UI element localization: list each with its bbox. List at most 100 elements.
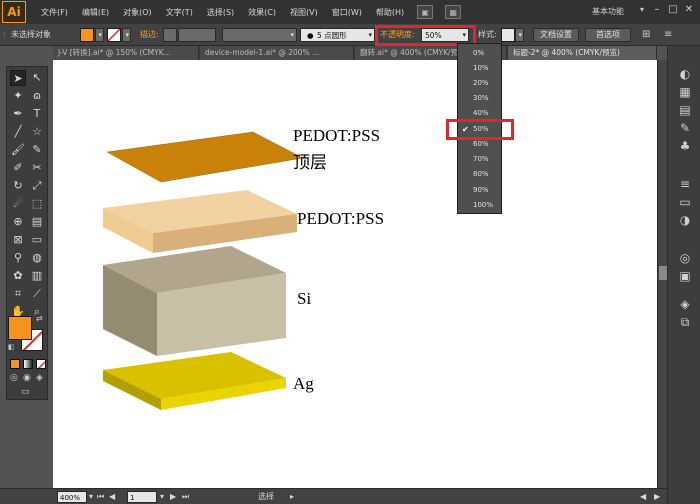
artboard-number-select[interactable]: 1 [127, 491, 157, 503]
opacity-option[interactable]: 90% [458, 183, 501, 198]
color-mode-icon[interactable] [10, 359, 20, 369]
opacity-option[interactable]: 20% [458, 76, 501, 91]
menu-type[interactable]: 文字(T) [159, 7, 200, 18]
symbol-sprayer-tool-icon[interactable]: ✿ [10, 268, 26, 284]
pen-tool-icon[interactable]: ✒ [10, 106, 26, 122]
workspace-switcher[interactable]: 基本功能 [592, 6, 624, 17]
color-guide-icon[interactable]: ▦ [677, 84, 693, 100]
stroke-panel-icon[interactable]: ≡ [677, 176, 693, 192]
mesh-tool-icon[interactable]: ⊠ [10, 232, 26, 248]
stroke-dropdown[interactable]: ▾ [122, 28, 131, 42]
stroke-label[interactable]: 描边: [140, 28, 159, 42]
opacity-option[interactable]: 30% [458, 91, 501, 106]
bridge-icon[interactable]: ▣ [417, 5, 434, 19]
default-colors-icon[interactable]: ◧ [8, 343, 15, 351]
fill-dropdown[interactable]: ▾ [95, 28, 104, 42]
panel-menu-icon[interactable]: ≡ [664, 28, 672, 42]
star-tool-icon[interactable]: ☆ [29, 124, 45, 140]
stroke-swatch[interactable] [107, 28, 121, 42]
screen-mode-icon[interactable]: ▭ [21, 387, 30, 397]
menu-object[interactable]: 对象(O) [116, 7, 159, 18]
draw-behind-icon[interactable]: ◉ [23, 373, 31, 383]
opacity-option[interactable]: 100% [458, 198, 501, 213]
next-artboard-icon[interactable]: ▶ [170, 491, 176, 503]
scale-tool-icon[interactable]: ⤢ [29, 178, 45, 194]
lasso-tool-icon[interactable]: ɷ [29, 88, 45, 104]
shape-builder-tool-icon[interactable]: ⊕ [10, 214, 26, 230]
gradient-panel-icon[interactable]: ▭ [677, 194, 693, 210]
appearance-panel-icon[interactable]: ◎ [677, 250, 693, 266]
last-artboard-icon[interactable]: ⏭ [182, 491, 189, 503]
preferences-button[interactable]: 首选项 [585, 28, 631, 42]
rotate-tool-icon[interactable]: ↻ [10, 178, 26, 194]
previous-artboard-icon[interactable]: ◀ [109, 491, 115, 503]
menu-window[interactable]: 窗口(W) [325, 7, 369, 18]
menu-effect[interactable]: 效果(C) [241, 7, 283, 18]
line-tool-icon[interactable]: ╱ [10, 124, 26, 140]
scroll-right-icon[interactable]: ▶ [654, 491, 660, 503]
blend-tool-icon[interactable]: ◍ [29, 250, 45, 266]
opacity-option[interactable]: 70% [458, 152, 501, 167]
perspective-grid-tool-icon[interactable]: ▤ [29, 214, 45, 230]
zoom-dropdown-icon[interactable]: ▾ [87, 491, 95, 503]
gradient-mode-icon[interactable] [23, 359, 33, 369]
pencil-tool-icon[interactable]: ✎ [29, 142, 45, 158]
opacity-option[interactable]: 10% [458, 61, 501, 76]
draw-inside-icon[interactable]: ◈ [36, 373, 43, 383]
gradient-tool-icon[interactable]: ▭ [29, 232, 45, 248]
minimize-icon[interactable]: – [650, 3, 664, 17]
top-layer-shape[interactable] [106, 131, 304, 183]
direct-selection-tool-icon[interactable]: ↖ [29, 70, 45, 86]
document-setup-button[interactable]: 文档设置 [533, 28, 579, 42]
status-menu-icon[interactable]: ▸ [290, 491, 294, 503]
blob-brush-tool-icon[interactable]: ✐ [10, 160, 26, 176]
menu-view[interactable]: 视图(V) [283, 7, 325, 18]
fill-swatch[interactable] [80, 28, 94, 42]
menu-help[interactable]: 帮助(H) [369, 7, 411, 18]
warp-tool-icon[interactable]: ☄ [10, 196, 26, 212]
tab-device-model[interactable]: device-model-1.ai* @ 200% ... [200, 46, 354, 60]
tab-untitled-2[interactable]: 标题-2* @ 400% (CMYK/预览) [508, 46, 657, 60]
symbols-panel-icon[interactable]: ♣ [677, 138, 693, 154]
color-panel-icon[interactable]: ◐ [677, 66, 693, 82]
artboard-dropdown-icon[interactable]: ▾ [158, 491, 166, 503]
workspace-dropdown-icon[interactable]: ▾ [640, 5, 644, 14]
menu-edit[interactable]: 编辑(E) [75, 7, 116, 18]
align-icon[interactable]: ⊞ [642, 28, 650, 42]
eyedropper-tool-icon[interactable]: ⚲ [10, 250, 26, 266]
swap-fill-stroke-icon[interactable]: ⇄ [36, 314, 43, 323]
maximize-icon[interactable]: □ [666, 3, 680, 17]
graphic-styles-panel-icon[interactable]: ▣ [677, 268, 693, 284]
graphic-style-dropdown[interactable]: ▾ [515, 28, 524, 42]
opacity-option[interactable]: 80% [458, 167, 501, 182]
menu-file[interactable]: 文件(F) [34, 7, 75, 18]
selection-tool-icon[interactable]: ➤ [10, 70, 26, 86]
stroke-weight-stepper[interactable] [163, 28, 177, 42]
artboard-canvas[interactable]: PEDOT:PSS 顶层 PEDOT:PSS Si Ag [53, 60, 657, 488]
paintbrush-tool-icon[interactable]: 🖌 [10, 142, 26, 158]
variable-width-profile[interactable]: ▾ [222, 28, 297, 42]
tab-jv[interactable]: J-V [转换].ai* @ 150% (CMYK... [53, 46, 199, 60]
zoom-level-select[interactable]: 400% [57, 491, 87, 503]
graphic-style-swatch[interactable] [501, 28, 515, 42]
scrollbar-thumb[interactable] [659, 266, 667, 280]
artboards-panel-icon[interactable]: ⧉ [677, 314, 693, 330]
layers-panel-icon[interactable]: ◈ [677, 296, 693, 312]
close-icon[interactable]: ✕ [682, 3, 696, 17]
vertical-scrollbar[interactable] [657, 60, 667, 488]
none-mode-icon[interactable] [36, 359, 46, 369]
free-transform-tool-icon[interactable]: ⬚ [29, 196, 45, 212]
brushes-panel-icon[interactable]: ✎ [677, 120, 693, 136]
draw-normal-icon[interactable]: ◎ [10, 373, 18, 383]
opacity-option[interactable]: 0% [458, 46, 501, 61]
scissors-tool-icon[interactable]: ✂ [29, 160, 45, 176]
fill-color-box[interactable] [8, 316, 32, 340]
stroke-weight-input[interactable] [178, 28, 216, 42]
arrange-documents-icon[interactable]: ▦ [445, 5, 462, 19]
first-artboard-icon[interactable]: ⏮ [97, 491, 104, 503]
magic-wand-tool-icon[interactable]: ✦ [10, 88, 26, 104]
menu-select[interactable]: 选择(S) [200, 7, 241, 18]
swatches-panel-icon[interactable]: ▤ [677, 102, 693, 118]
slice-tool-icon[interactable]: ⟋ [29, 286, 45, 302]
brush-definition[interactable]: ● 5 点圆形 ▾ [300, 28, 375, 42]
